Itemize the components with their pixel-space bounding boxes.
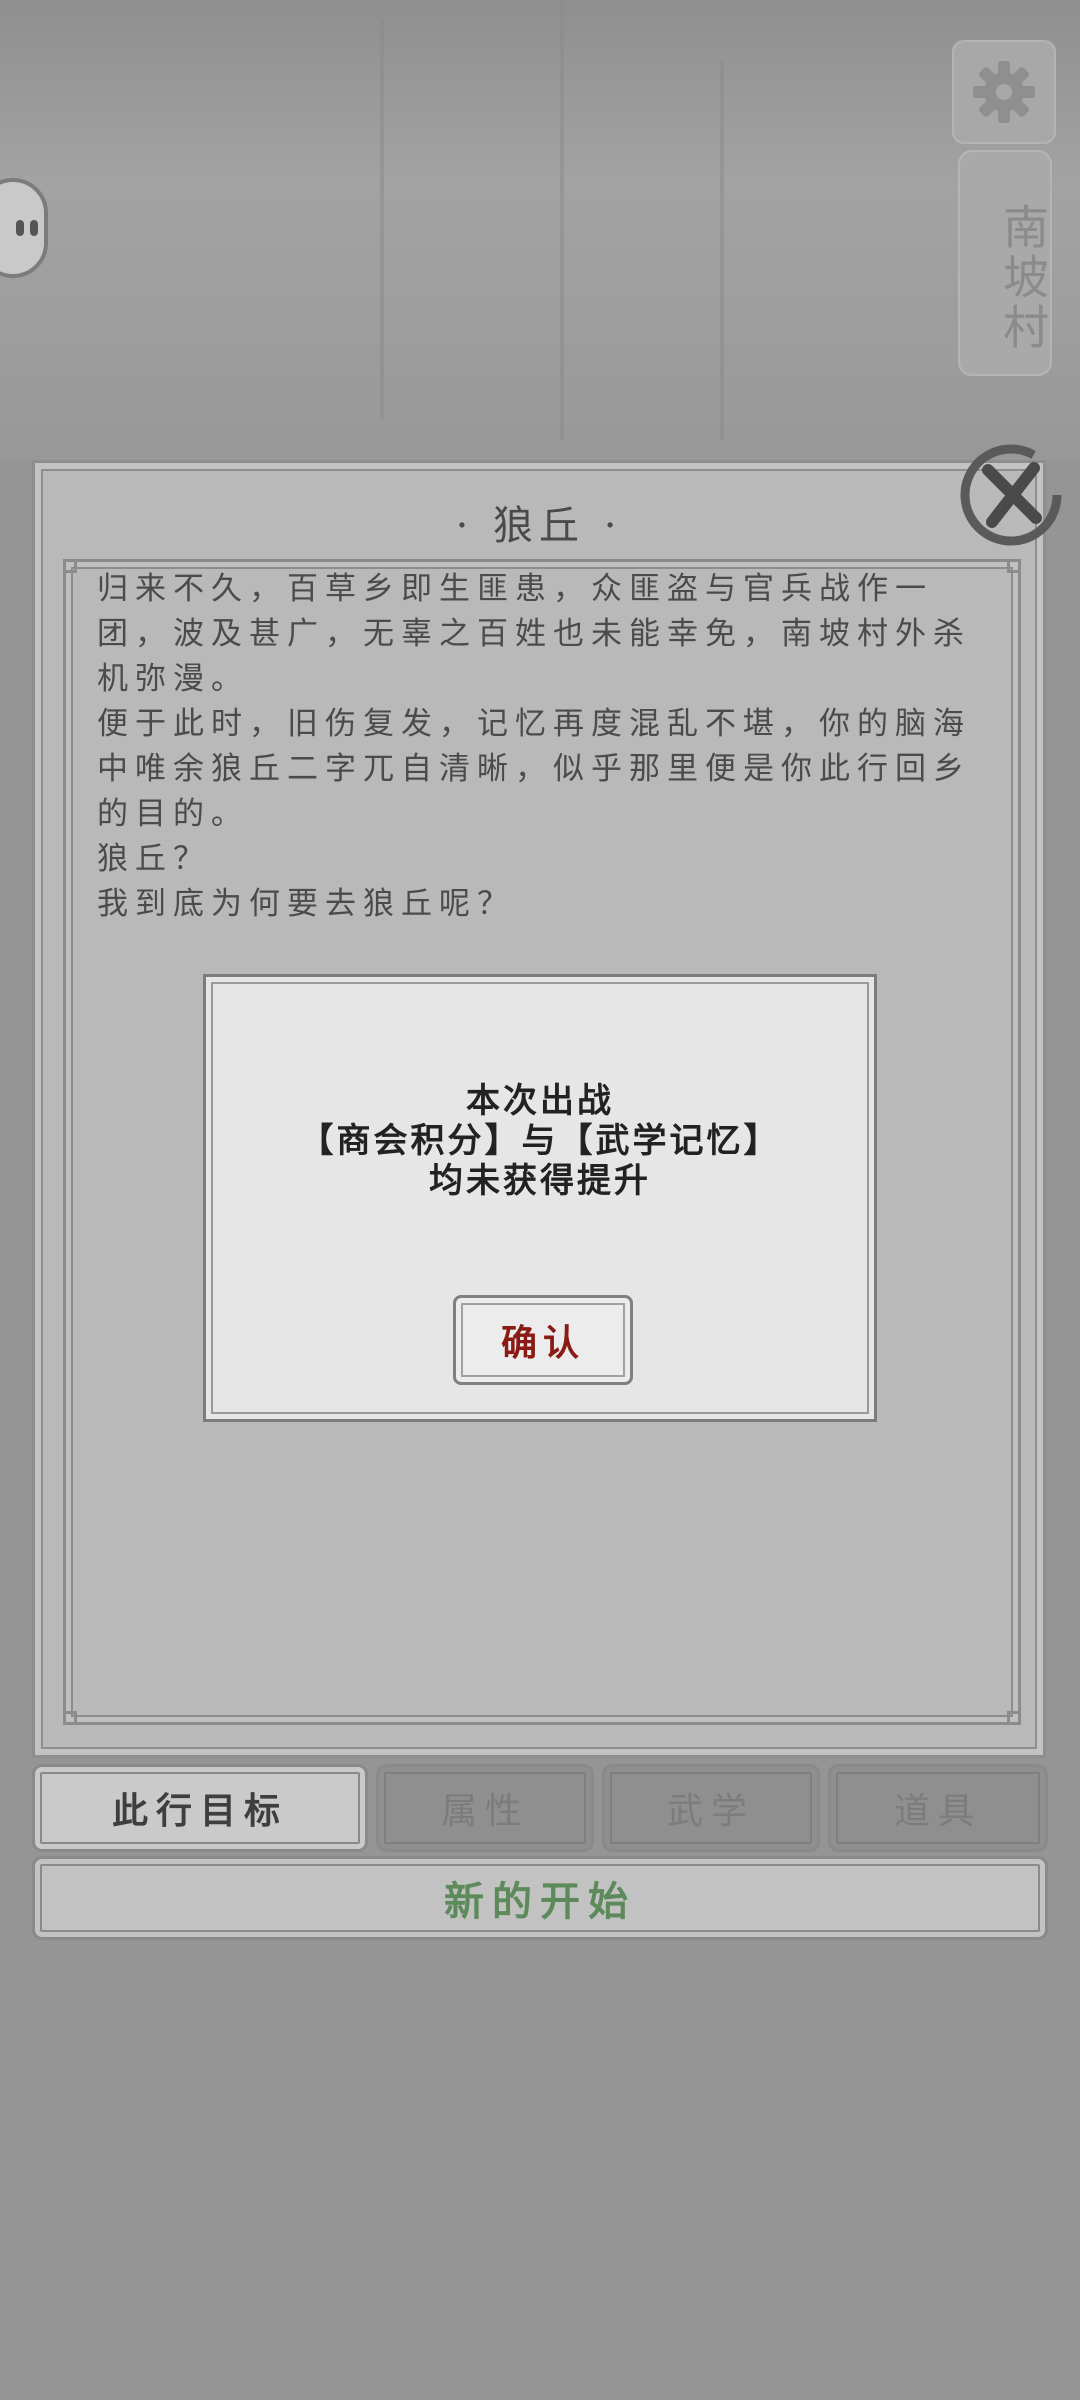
story-paragraph: 便于此时，旧伤复发，记忆再度混乱不堪，你的脑海中唯余狼丘二字兀自清晰，似乎那里便… bbox=[97, 706, 971, 832]
result-dialog: 本次出战 【商会积分】与【武学记忆】 均未获得提升 确认 bbox=[203, 974, 877, 1422]
story-paragraph: 我到底为何要去狼丘呢？ bbox=[97, 886, 515, 922]
tab-attributes[interactable]: 属性 bbox=[376, 1764, 594, 1852]
background-scene bbox=[0, 0, 1080, 460]
background-tree bbox=[720, 60, 724, 440]
tab-items[interactable]: 道具 bbox=[828, 1764, 1048, 1852]
story-paragraph: 狼丘？ bbox=[97, 841, 211, 877]
dialog-message: 本次出战 【商会积分】与【武学记忆】 均未获得提升 bbox=[206, 1081, 874, 1201]
tab-bar: 此行目标 属性 武学 道具 bbox=[32, 1764, 1048, 1852]
gear-icon bbox=[973, 61, 1035, 123]
panel-title: · 狼丘 · bbox=[455, 503, 623, 549]
story-text: 归来不久，百草乡即生匪患，众匪盗与官兵战作一团，波及甚广，无辜之百姓也未能幸免，… bbox=[97, 567, 1007, 927]
frame-corner bbox=[63, 559, 77, 573]
tab-martial-arts[interactable]: 武学 bbox=[602, 1764, 820, 1852]
settings-button[interactable] bbox=[952, 40, 1056, 144]
confirm-button[interactable]: 确认 bbox=[453, 1295, 633, 1385]
background-tree bbox=[380, 20, 384, 420]
close-button[interactable] bbox=[956, 440, 1066, 550]
eye-left bbox=[16, 220, 24, 236]
close-x-icon bbox=[960, 444, 1062, 546]
eye-right bbox=[30, 220, 38, 236]
frame-corner bbox=[63, 1711, 77, 1725]
dialog-line: 均未获得提升 bbox=[429, 1161, 651, 1201]
frame-corner bbox=[1007, 1711, 1021, 1725]
location-label[interactable]: 南坡村 bbox=[958, 150, 1052, 376]
tab-objective[interactable]: 此行目标 bbox=[32, 1764, 368, 1852]
assistant-face-icon[interactable] bbox=[0, 178, 48, 278]
background-tree bbox=[560, 0, 564, 440]
story-paragraph: 归来不久，百草乡即生匪患，众匪盗与官兵战作一团，波及甚广，无辜之百姓也未能幸免，… bbox=[97, 571, 971, 697]
dialog-line: 本次出战 bbox=[466, 1081, 614, 1121]
new-start-button[interactable]: 新的开始 bbox=[32, 1856, 1048, 1940]
frame-corner bbox=[1007, 559, 1021, 573]
dialog-line: 【商会积分】与【武学记忆】 bbox=[299, 1121, 781, 1161]
